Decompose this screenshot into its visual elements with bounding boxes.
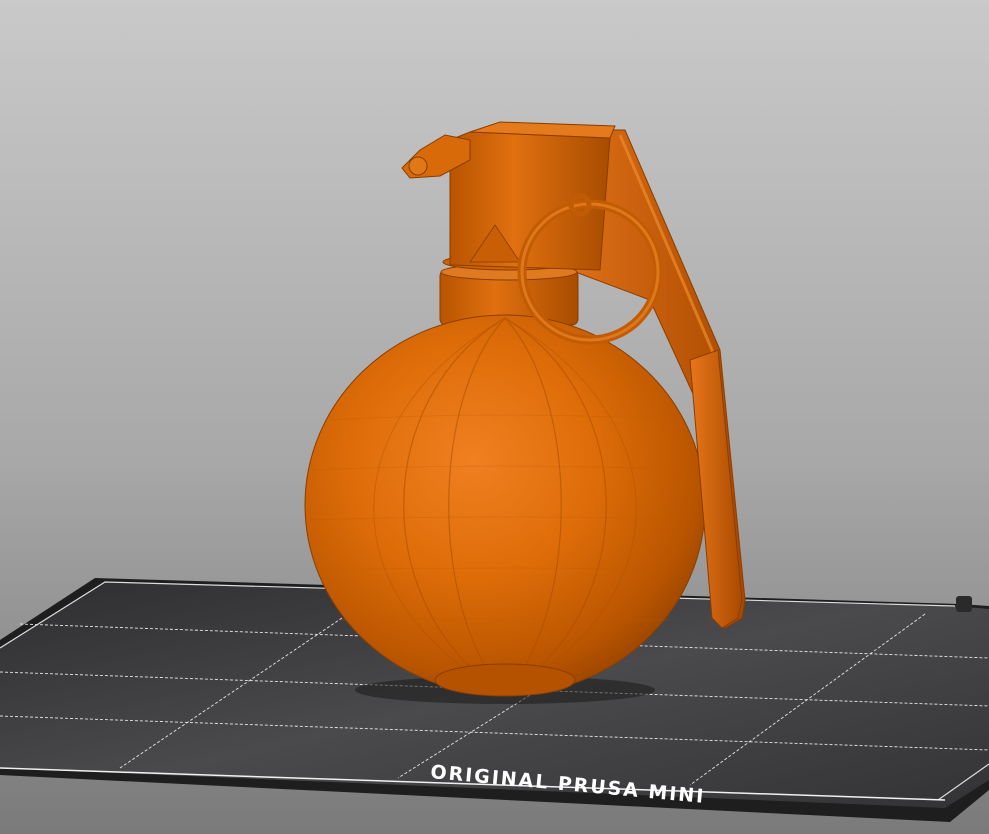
grenade-body xyxy=(304,314,706,696)
3d-viewport[interactable]: ORIGINAL PRUSA MINI xyxy=(0,0,989,834)
bed-post xyxy=(956,596,972,612)
